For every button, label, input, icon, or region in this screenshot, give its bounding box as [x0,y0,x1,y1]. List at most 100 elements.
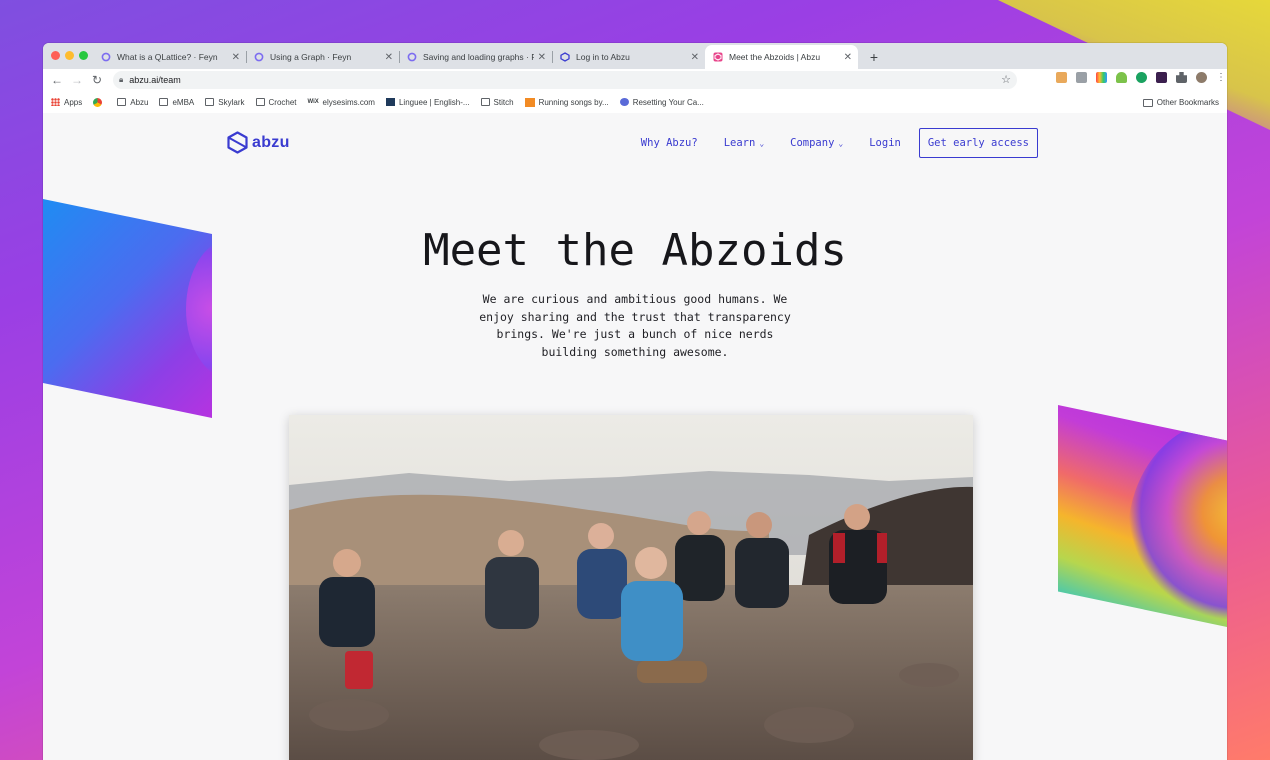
browser-toolbar: ← → ↻ 🔒︎ abzu.ai/team ☆ ⋮ [43,69,1227,91]
chevron-down-icon: ⌄ [759,138,765,148]
web-page: abzu Why Abzu? Learn ⌄ Company ⌄ Login G… [43,113,1227,760]
abzu-icon [560,52,570,62]
bookmarks-bar: Apps Abzu eMBA Skylark Crochet WiX elyse… [43,91,1227,114]
logo-text: abzu [252,133,290,151]
nav-login[interactable]: Login [869,137,901,149]
plant-extension-icon[interactable] [1116,72,1127,83]
tab-title: Log in to Abzu [576,52,630,62]
bookmark-crochet[interactable]: Crochet [255,97,297,107]
bookmark-label: Stitch [493,97,514,107]
tab-using-graph[interactable]: Using a Graph · Feyn ✕ [246,45,399,69]
main-nav: Why Abzu? Learn ⌄ Company ⌄ Login Get ea… [615,128,1038,158]
decorative-gradient-shape-right [1058,405,1227,627]
tab-title: Meet the Abzoids | Abzu [729,52,821,62]
nav-company[interactable]: Company ⌄ [790,137,843,149]
tab-title: What is a QLattice? · Feyn [117,52,218,62]
tab-meet-abzoids[interactable]: Meet the Abzoids | Abzu ✕ [705,45,858,69]
abzu-logo[interactable]: abzu [227,131,290,154]
new-tab-button[interactable]: + [864,45,884,69]
team-photo [289,415,973,760]
close-icon[interactable]: ✕ [385,52,393,63]
apps-grid-icon [51,98,60,106]
bookmark-label: Skylark [218,97,245,107]
wix-icon: WiX [307,99,319,105]
abzu-logo-icon [227,131,248,154]
palette-extension-icon[interactable] [1096,72,1107,83]
cta-label: Get early access [927,137,1029,149]
evernote-icon[interactable] [1136,72,1147,83]
extensions-area: ⋮ [1056,72,1226,83]
maximize-window-button[interactable] [79,51,88,60]
minimize-window-button[interactable] [65,51,74,60]
close-icon[interactable]: ✕ [232,52,240,63]
close-icon[interactable]: ✕ [844,52,852,63]
abzu-icon [713,52,723,62]
bookmark-running-songs[interactable]: Running songs by... [524,97,609,107]
page-title: Meet the Abzoids [423,225,847,276]
close-icon[interactable]: ✕ [691,52,699,63]
other-bookmarks[interactable]: Other Bookmarks [1142,98,1219,107]
close-window-button[interactable] [51,51,60,60]
feyn-icon [254,52,264,62]
tabs: What is a QLattice? · Feyn ✕ Using a Gra… [93,45,884,69]
chevron-down-icon: ⌄ [838,138,844,148]
window-controls [51,51,88,60]
bookmark-resetting[interactable]: Resetting Your Ca... [619,97,704,107]
bookmark-label: Linguee | English-... [398,97,470,107]
nav-why-abzu[interactable]: Why Abzu? [641,137,698,149]
extension-icon[interactable] [1056,72,1067,83]
puzzle-icon[interactable] [1176,72,1187,83]
tab-qlattice[interactable]: What is a QLattice? · Feyn ✕ [93,45,246,69]
tab-saving-loading[interactable]: Saving and loading graphs · Fe ✕ [399,45,552,69]
nav-label: Company [790,137,835,149]
nav-learn[interactable]: Learn ⌄ [724,137,764,149]
address-bar[interactable]: 🔒︎ abzu.ai/team ☆ [113,71,1017,89]
feyn-icon [101,52,111,62]
play-icon [524,97,535,107]
folder-icon [480,98,490,106]
nav-label: Learn [723,137,756,149]
bookmark-label: Apps [64,97,83,107]
bookmark-apps[interactable]: Apps [51,98,82,107]
forward-arrow-icon[interactable]: → [67,73,87,87]
tab-title: Using a Graph · Feyn [270,52,352,62]
bookmark-chrome[interactable] [93,97,106,107]
avatar[interactable] [1196,72,1207,83]
team-photo-image [289,415,973,760]
bookmark-star-icon[interactable]: ☆ [1001,73,1011,86]
folder-icon [117,98,127,106]
bookmark-linguee[interactable]: Linguee | English-... [385,97,470,107]
feyn-icon [407,52,417,62]
extension-dark-icon[interactable] [1156,72,1167,83]
folder-icon [205,98,215,106]
linguee-icon [385,98,395,106]
tab-strip: What is a QLattice? · Feyn ✕ Using a Gra… [43,43,1227,69]
get-early-access-button[interactable]: Get early access [918,128,1038,158]
browser-window: What is a QLattice? · Feyn ✕ Using a Gra… [43,43,1227,760]
close-icon[interactable]: ✕ [538,52,546,63]
back-arrow-icon[interactable]: ← [47,73,67,87]
reload-icon[interactable]: ↻ [87,73,107,87]
bookmark-emba[interactable]: eMBA [159,98,194,107]
bookmark-label: eMBA [172,97,195,107]
folder-icon [159,98,169,106]
bookmark-skylark[interactable]: Skylark [205,97,245,107]
bookmark-label: Running songs by... [538,97,609,107]
bookmark-stitch[interactable]: Stitch [480,97,514,107]
folder-icon [1142,98,1153,107]
bookmark-elysesims[interactable]: WiX elysesims.com [308,98,375,107]
bookmark-label: Crochet [268,97,297,107]
bookmark-abzu[interactable]: Abzu [117,98,148,107]
url-text: abzu.ai/team [129,75,181,85]
tab-login-abzu[interactable]: Log in to Abzu ✕ [552,45,705,69]
folder-icon [255,98,265,106]
other-bookmarks-label: Other Bookmarks [1156,98,1219,107]
chrome-icon [93,97,103,107]
tab-title: Saving and loading graphs · Fe [423,52,534,62]
link-icon [619,98,629,106]
nav-label: Why Abzu? [640,137,698,149]
camera-icon[interactable] [1076,72,1087,83]
hero-subtitle: We are curious and ambitious good humans… [479,292,791,359]
bookmark-label: Resetting Your Ca... [632,97,704,107]
more-vert-icon[interactable]: ⋮ [1216,72,1226,83]
